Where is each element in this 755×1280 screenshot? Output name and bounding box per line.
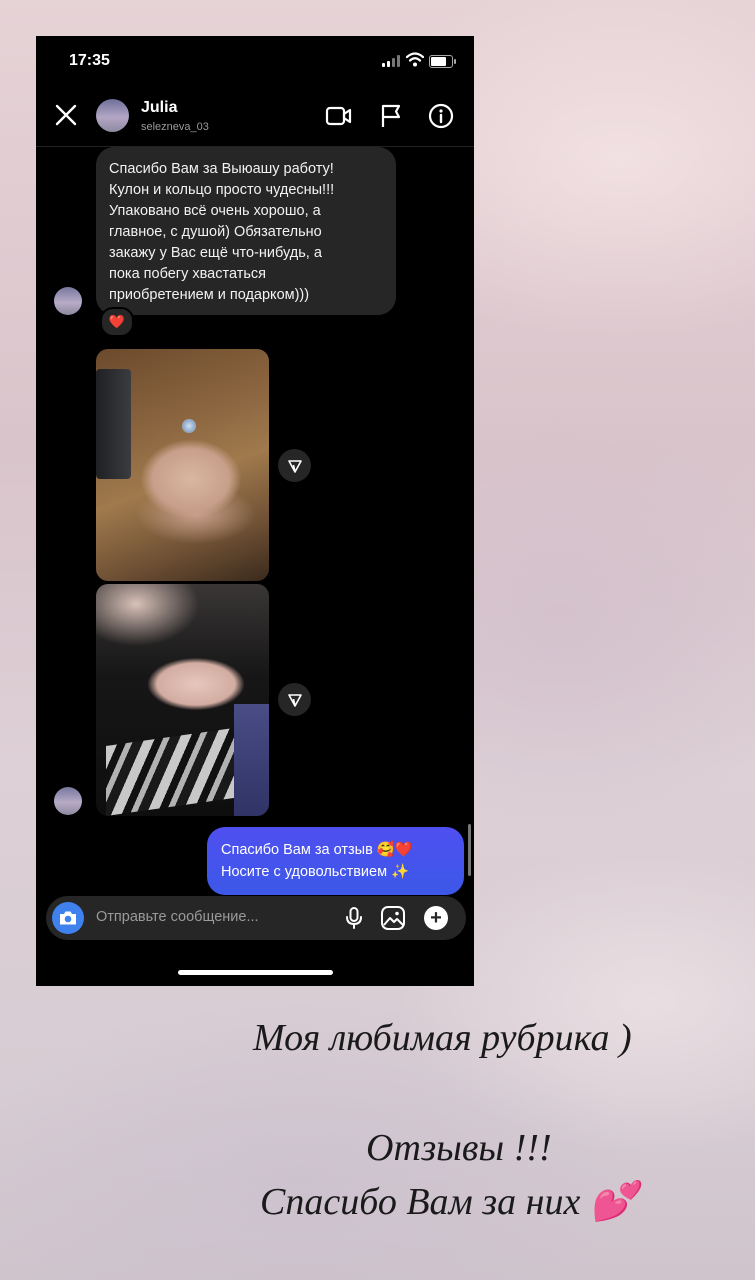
flag-icon — [381, 104, 401, 127]
info-icon — [428, 103, 454, 129]
camera-icon — [60, 911, 76, 925]
signal-icon — [382, 55, 402, 67]
contact-name[interactable]: Julia — [141, 99, 177, 117]
outgoing-line: Носите с удовольствием ✨ — [221, 864, 410, 880]
outgoing-message[interactable]: Спасибо Вам за отзыв 🥰❤️ Носите с удовол… — [207, 827, 464, 895]
heart-reaction[interactable]: ❤️ — [100, 307, 134, 337]
chat-header: Julia selezneva_03 — [36, 91, 474, 147]
video-call-icon — [325, 106, 352, 126]
status-time: 17:35 — [69, 52, 110, 69]
wifi-icon — [406, 52, 424, 67]
avatar[interactable] — [54, 287, 82, 315]
photo-pendant[interactable] — [96, 584, 269, 816]
share-icon — [287, 459, 302, 473]
plus-icon[interactable]: + — [424, 906, 448, 930]
close-icon — [55, 104, 77, 126]
share-icon — [287, 693, 302, 707]
message-input[interactable]: Отправьте сообщение... — [96, 909, 259, 925]
video-call-button[interactable] — [324, 101, 354, 131]
phone-screenshot: 17:35 Julia selezneva_03 Спасибо Вам за … — [36, 36, 474, 986]
battery-icon — [429, 55, 456, 68]
share-button[interactable] — [278, 449, 311, 482]
caption-line: Моя любимая рубрика ) — [253, 1017, 632, 1059]
ring-image — [182, 419, 196, 433]
microphone-icon[interactable] — [342, 906, 366, 930]
avatar[interactable] — [96, 99, 129, 132]
share-button[interactable] — [278, 683, 311, 716]
laptop-edge — [96, 369, 131, 479]
report-button[interactable] — [378, 101, 404, 131]
caption-line: Спасибо Вам за них 💕 — [260, 1181, 638, 1223]
avatar[interactable] — [54, 787, 82, 815]
outgoing-line: Спасибо Вам за отзыв 🥰❤️ — [221, 842, 413, 858]
message-composer[interactable]: Отправьте сообщение... + — [46, 896, 466, 940]
camera-button[interactable] — [52, 902, 84, 934]
info-button[interactable] — [426, 101, 456, 131]
status-bar: 17:35 — [36, 36, 474, 86]
photo-ring[interactable] — [96, 349, 269, 581]
scrollbar[interactable] — [468, 824, 471, 876]
gallery-icon[interactable] — [380, 905, 406, 931]
incoming-message[interactable]: Спасибо Вам за Выюашу работу! Кулон и ко… — [96, 147, 396, 315]
close-button[interactable] — [52, 101, 80, 129]
shirt-stripe — [234, 704, 269, 816]
contact-username[interactable]: selezneva_03 — [141, 121, 209, 133]
caption-line: Отзывы !!! — [366, 1127, 552, 1169]
home-indicator — [178, 970, 333, 975]
